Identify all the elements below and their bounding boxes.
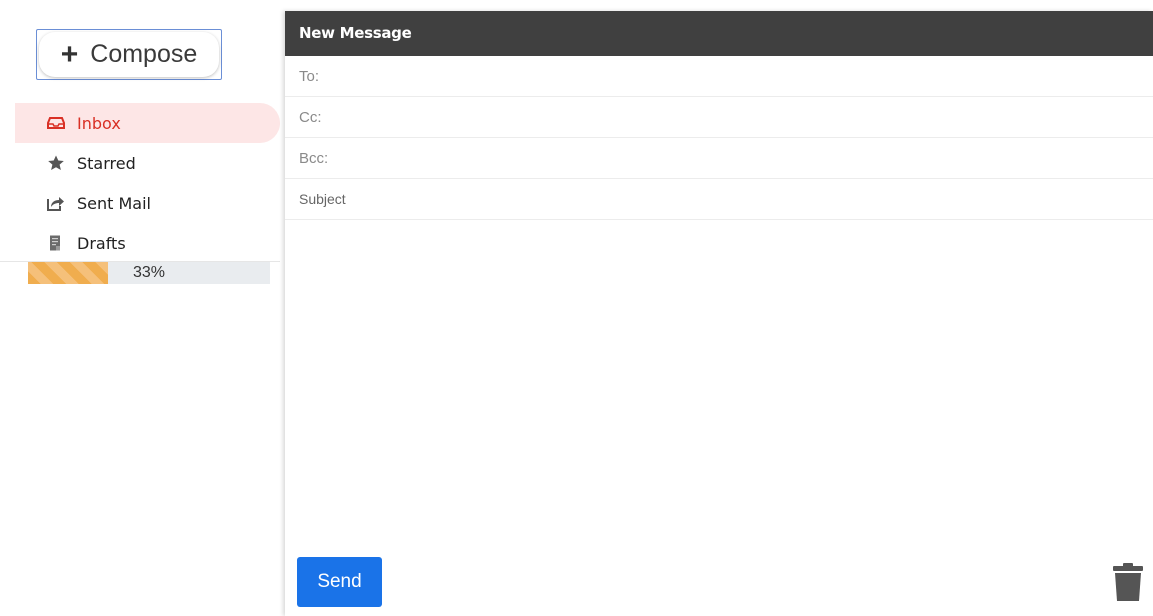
plus-icon: + — [60, 37, 79, 71]
sidebar-item-label: Starred — [77, 153, 136, 173]
cc-field-row — [285, 97, 1153, 138]
to-field[interactable] — [297, 66, 1141, 86]
trash-icon[interactable] — [1113, 563, 1143, 601]
sidebar-item-starred[interactable]: Starred — [15, 143, 280, 183]
sidebar-item-label: Sent Mail — [77, 193, 151, 213]
sent-icon — [47, 197, 64, 211]
sidebar-item-sent-mail[interactable]: Sent Mail — [15, 183, 280, 223]
star-icon — [48, 155, 64, 170]
subject-field-row — [285, 179, 1153, 220]
storage-progress-label: 33% — [132, 264, 166, 281]
storage-progress-bar: 33% — [28, 262, 270, 284]
new-message-panel: New Message Send — [285, 11, 1153, 616]
bcc-field[interactable] — [297, 148, 1141, 168]
bcc-field-row — [285, 138, 1153, 179]
folder-nav: Inbox Starred Sent Mail Drafts — [15, 103, 280, 263]
inbox-icon — [47, 117, 65, 129]
sidebar-item-label: Inbox — [77, 113, 121, 133]
send-button[interactable]: Send — [297, 557, 382, 607]
sidebar-item-label: Drafts — [77, 233, 126, 253]
message-body[interactable] — [285, 221, 1153, 555]
message-title: New Message — [285, 11, 1153, 56]
sidebar-item-drafts[interactable]: Drafts — [15, 223, 280, 263]
compose-button-inner[interactable]: + Compose — [39, 32, 219, 77]
cc-field[interactable] — [297, 107, 1141, 127]
compose-button[interactable]: + Compose — [36, 29, 222, 80]
sidebar: + Compose Inbox Starred Sent Mail Drafts… — [0, 0, 280, 616]
subject-field[interactable] — [297, 190, 1141, 208]
sidebar-item-inbox[interactable]: Inbox — [15, 103, 280, 143]
to-field-row — [285, 56, 1153, 97]
drafts-icon — [50, 235, 60, 251]
compose-label: Compose — [90, 40, 198, 68]
